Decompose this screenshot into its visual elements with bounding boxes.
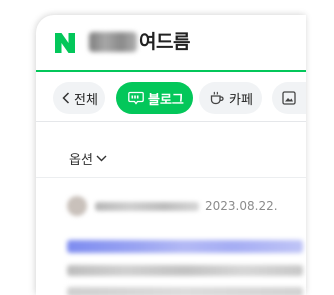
category-tabs: 전체 블로그 카페: [36, 82, 306, 118]
blurred-query-text: [89, 32, 137, 52]
image-icon: [282, 91, 296, 105]
search-header: 여드름: [36, 15, 306, 70]
result-snippet-blurred: [67, 265, 303, 276]
author-name-blurred[interactable]: [95, 201, 199, 211]
tab-image[interactable]: [272, 82, 306, 114]
options-divider: [36, 177, 306, 178]
tabs-divider: [36, 121, 306, 122]
coffee-cup-icon: [209, 90, 225, 106]
options-label: 옵션: [69, 153, 93, 168]
options-button[interactable]: 옵션: [69, 149, 107, 168]
tab-all-label: 전체: [74, 92, 98, 108]
chevron-left-icon: [62, 92, 70, 104]
post-date: 2023.08.22.: [205, 199, 278, 213]
chevron-down-icon: [96, 155, 107, 162]
tab-all[interactable]: 전체: [53, 82, 105, 114]
search-query-suffix[interactable]: 여드름: [139, 31, 190, 53]
header-accent-line: [36, 70, 306, 72]
result-title-blurred[interactable]: [67, 240, 303, 253]
tab-blog[interactable]: 블로그: [116, 82, 193, 114]
tab-cafe-label: 카페: [229, 92, 253, 108]
tab-cafe[interactable]: 카페: [199, 82, 262, 114]
tab-blog-label: 블로그: [148, 92, 184, 108]
result-snippet-blurred-2: [67, 287, 303, 295]
result-meta: 2023.08.22.: [67, 196, 278, 216]
author-avatar[interactable]: [67, 196, 87, 216]
naver-logo-icon[interactable]: [54, 32, 76, 54]
search-panel: 여드름 전체 블로그 카페 옵션 2023.08.22.: [36, 15, 306, 295]
blog-chat-icon: [128, 91, 144, 105]
